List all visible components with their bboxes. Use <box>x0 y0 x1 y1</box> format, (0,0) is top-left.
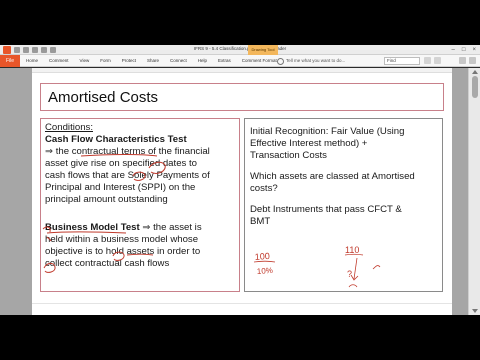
ribbon-tabs: Home Comment View Form Protect Share Con… <box>26 55 277 67</box>
tab-comment[interactable]: Comment <box>49 55 69 67</box>
settings-icon[interactable] <box>459 57 466 64</box>
find-input[interactable]: Find <box>384 57 420 65</box>
minimize-button[interactable]: – <box>452 46 455 54</box>
window-title: IFRS 9 - 5.4 Classification.pdf * - Foxi… <box>193 46 287 51</box>
find-previous-icon[interactable] <box>424 57 431 64</box>
maximize-button[interactable]: □ <box>462 46 466 54</box>
slide-title-box: Amortised Costs <box>40 83 444 111</box>
search-icon <box>277 57 284 65</box>
tell-me-text: Tell me what you want to do... <box>286 58 346 63</box>
find-controls <box>424 57 441 64</box>
tab-form[interactable]: Form <box>100 55 111 67</box>
window-controls: – □ × <box>452 46 476 54</box>
conditions-box: Conditions: Cash Flow Characteristics Te… <box>40 118 240 292</box>
ink-circle-solely <box>132 171 146 181</box>
ink-text-110: 110 <box>345 245 359 255</box>
ink-circle-collect <box>43 262 56 273</box>
ink-circle-on <box>148 161 166 174</box>
find-next-icon[interactable] <box>434 57 441 64</box>
tab-connect[interactable]: Connect <box>170 55 187 67</box>
ribbon-right-controls <box>459 57 476 64</box>
ink-text-10-percent: 10% <box>257 266 274 276</box>
ink-circle-hold <box>112 251 125 261</box>
scroll-up-icon[interactable] <box>472 70 478 74</box>
ink-annotations-right: 100 10% 110 ? <box>253 245 381 288</box>
tab-share[interactable]: Share <box>147 55 159 67</box>
tab-help[interactable]: Help <box>198 55 207 67</box>
ink-arrow-stem <box>353 257 358 280</box>
ink-mark-b <box>42 226 51 233</box>
page-top-edge <box>32 68 452 73</box>
ink-small-mark <box>348 284 358 288</box>
ink-annotations-left <box>42 154 166 273</box>
ink-underline-100 <box>253 260 276 263</box>
slide-title: Amortised Costs <box>48 89 159 106</box>
drawing-tool-tab[interactable]: Drawing Tool <box>248 45 278 55</box>
ink-flourish <box>372 265 381 270</box>
ink-question-mark: ? <box>347 269 352 279</box>
page-separator <box>32 303 452 304</box>
tab-protect[interactable]: Protect <box>122 55 136 67</box>
ink-underline-contractual <box>80 154 158 157</box>
tab-extras[interactable]: Extras <box>218 55 231 67</box>
file-tab[interactable]: File <box>0 55 20 67</box>
app-window: IFRS 9 - 5.4 Classification.pdf * - Foxi… <box>0 45 480 315</box>
ink-tick <box>46 236 52 242</box>
tab-home[interactable]: Home <box>26 55 38 67</box>
close-button[interactable]: × <box>472 46 476 54</box>
scroll-down-icon[interactable] <box>472 309 478 313</box>
help-icon[interactable] <box>469 57 476 64</box>
tab-comment-format[interactable]: Comment Format <box>242 55 277 67</box>
vertical-scrollbar[interactable] <box>468 68 480 315</box>
tab-view[interactable]: View <box>80 55 90 67</box>
scroll-thumb[interactable] <box>472 76 478 98</box>
recognition-box: Initial Recognition: Fair Value (Using E… <box>244 118 443 292</box>
title-bar: IFRS 9 - 5.4 Classification.pdf * - Foxi… <box>0 45 480 55</box>
document-workspace: Amortised Costs Conditions: Cash Flow Ch… <box>0 68 480 315</box>
ink-underline-hold <box>126 253 154 256</box>
ribbon: File Home Comment View Form Protect Shar… <box>0 55 480 67</box>
pdf-page: Amortised Costs Conditions: Cash Flow Ch… <box>32 68 452 315</box>
tell-me-search[interactable]: Tell me what you want to do... <box>277 57 345 65</box>
ink-underline-bmt <box>46 231 127 234</box>
ink-text-100: 100 <box>254 251 270 262</box>
